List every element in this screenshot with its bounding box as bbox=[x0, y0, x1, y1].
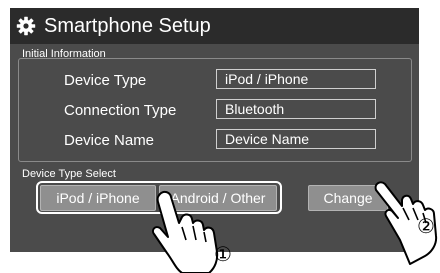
callout-number-1: ① bbox=[214, 244, 232, 266]
initial-information-label: Initial Information bbox=[22, 48, 106, 60]
page-title: Smartphone Setup bbox=[44, 15, 211, 37]
title-bar: Smartphone Setup bbox=[10, 8, 419, 44]
hand-pointer-icon bbox=[151, 190, 219, 273]
device-type-select-label: Device Type Select bbox=[22, 168, 116, 180]
ipod-iphone-button[interactable]: iPod / iPhone bbox=[40, 185, 156, 211]
callout-number-2: ② bbox=[417, 216, 435, 238]
device-type-value: iPod / iPhone bbox=[216, 69, 376, 89]
connection-type-value: Bluetooth bbox=[216, 99, 376, 119]
device-type-label: Device Type bbox=[64, 72, 147, 89]
device-name-label: Device Name bbox=[64, 132, 155, 149]
gear-icon bbox=[16, 16, 36, 36]
connection-type-label: Connection Type bbox=[64, 102, 177, 119]
device-name-value: Device Name bbox=[216, 129, 376, 149]
